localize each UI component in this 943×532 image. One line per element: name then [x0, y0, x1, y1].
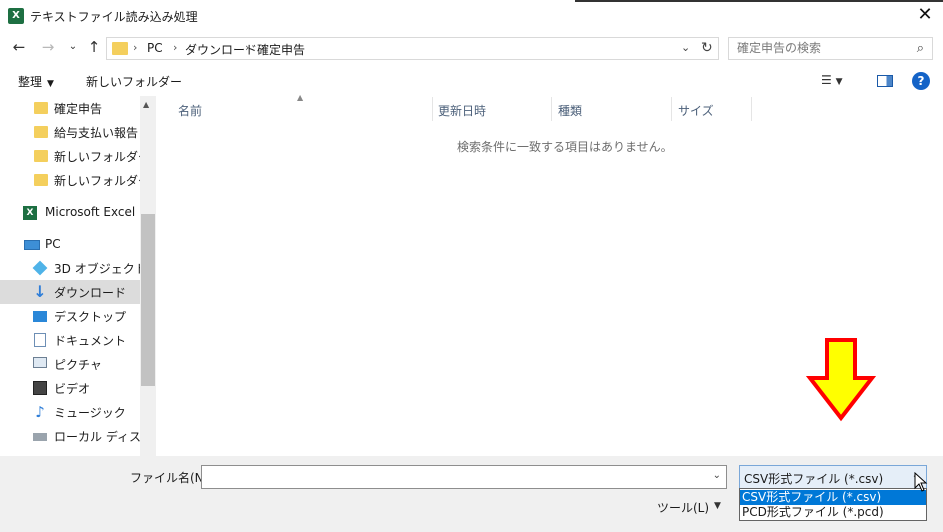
nav-item-videos[interactable]: ビデオ — [0, 376, 140, 400]
search-box[interactable]: ⌕ — [728, 37, 933, 60]
excel-icon: X — [8, 8, 24, 24]
column-header-size[interactable]: サイズ — [678, 102, 714, 119]
folder-icon — [34, 102, 48, 114]
nav-item-microsoft-excel[interactable]: X Microsoft Excel — [0, 201, 140, 225]
close-button[interactable]: ✕ — [912, 4, 938, 28]
breadcrumb-current[interactable]: 確定申告 — [257, 41, 305, 58]
chevron-down-icon[interactable]: ⌄ — [713, 470, 721, 481]
nav-item-pc[interactable]: PC — [0, 233, 140, 257]
nav-item-new-folder-6[interactable]: 新しいフォルダー (6 — [0, 168, 156, 192]
window-title: テキストファイル読み込み処理 — [30, 10, 198, 24]
nav-item-pictures[interactable]: ピクチャ — [0, 352, 140, 376]
nav-item-label: ピクチャ — [54, 358, 102, 372]
help-icon[interactable]: ? — [912, 72, 930, 90]
column-divider[interactable] — [671, 97, 672, 121]
recent-locations-chevron-icon[interactable]: ⌄ — [63, 37, 83, 57]
column-divider[interactable] — [432, 97, 433, 121]
navigation-pane: 確定申告 給与支払い報告 新しいフォルダー (5 新しいフォルダー (6 X M… — [0, 96, 156, 456]
command-bar: 整理 ▼ 新しいフォルダー ☰ ▼ — [0, 67, 943, 95]
nav-item-label: ドキュメント — [54, 334, 127, 348]
pictures-icon — [33, 357, 47, 368]
filetype-dropdown-list: CSV形式ファイル (*.csv) PCD形式ファイル (*.pcd) — [739, 488, 927, 521]
nav-item-label: ビデオ — [54, 382, 91, 396]
nav-item-label: デスクトップ — [54, 310, 127, 324]
view-options-icon[interactable]: ☰ ▼ — [821, 73, 843, 87]
new-folder-button[interactable]: 新しいフォルダー — [86, 73, 182, 90]
empty-list-message: 検索条件に一致する項目はありません。 — [457, 140, 673, 154]
chevron-right-icon: › — [245, 41, 250, 54]
up-arrow-icon[interactable]: ↑ — [84, 37, 104, 57]
tools-menu-button[interactable]: ツール(L) — [657, 499, 709, 516]
search-icon[interactable]: ⌕ — [917, 41, 924, 56]
chevron-right-icon: › — [133, 41, 138, 54]
scrollbar-thumb[interactable] — [141, 214, 155, 386]
title-bar: X テキストファイル読み込み処理 ✕ — [0, 0, 943, 32]
filetype-select[interactable]: CSV形式ファイル (*.csv) ⌄ — [739, 465, 927, 489]
nav-item-label: Microsoft Excel — [45, 205, 136, 219]
local-disk-icon — [33, 433, 47, 441]
pc-icon — [24, 240, 40, 250]
excel-icon: X — [23, 206, 37, 220]
nav-item-desktop[interactable]: デスクトップ — [0, 304, 140, 328]
column-header-modified[interactable]: 更新日時 — [438, 102, 486, 119]
desktop-icon — [33, 311, 47, 322]
column-divider[interactable] — [551, 97, 552, 121]
documents-icon — [34, 333, 46, 347]
nav-item-label: 確定申告 — [54, 102, 103, 116]
nav-item-documents[interactable]: ドキュメント — [0, 328, 140, 352]
nav-item-label: 給与支払い報告 — [54, 126, 139, 140]
folder-icon — [112, 42, 128, 55]
forward-arrow-icon[interactable]: → — [38, 37, 58, 57]
column-divider[interactable] — [751, 97, 752, 121]
nav-item-music[interactable]: ♪ ミュージック — [0, 400, 140, 424]
window-top-edge — [575, 0, 943, 2]
filetype-option-pcd[interactable]: PCD形式ファイル (*.pcd) — [740, 505, 926, 520]
nav-item-label: PC — [45, 237, 61, 251]
filename-combobox[interactable]: ⌄ — [201, 465, 727, 489]
annotation-down-arrow — [806, 338, 876, 422]
folder-icon — [34, 126, 48, 138]
caret-down-icon[interactable]: ▼ — [714, 501, 721, 511]
refresh-icon[interactable]: ↻ — [701, 40, 713, 56]
nav-item-label: 3D オブジェクト — [54, 262, 147, 276]
chevron-down-icon[interactable]: ⌄ — [681, 41, 690, 54]
breadcrumb-pc[interactable]: PC — [147, 41, 163, 55]
nav-item-new-folder-5[interactable]: 新しいフォルダー (5 — [0, 144, 156, 168]
nav-item-label: ミュージック — [54, 406, 126, 420]
downloads-icon: ↓ — [33, 282, 47, 301]
organize-menu[interactable]: 整理 ▼ — [18, 73, 54, 90]
filetype-option-csv[interactable]: CSV形式ファイル (*.csv) — [740, 490, 926, 505]
preview-pane-icon[interactable] — [877, 75, 893, 87]
organize-label: 整理 — [18, 75, 43, 89]
nav-item-kyuyo[interactable]: 給与支払い報告 — [0, 120, 140, 144]
music-icon: ♪ — [35, 403, 45, 421]
address-bar[interactable]: › PC › ダウンロード › 確定申告 ⌄ ↻ — [106, 37, 719, 60]
folder-icon — [34, 174, 48, 186]
nav-item-kakutei[interactable]: 確定申告 — [0, 96, 140, 120]
column-header-name[interactable]: 名前 — [178, 102, 202, 119]
filename-input[interactable] — [202, 466, 726, 488]
videos-icon — [33, 381, 47, 395]
chevron-right-icon: › — [173, 41, 178, 54]
nav-item-3d-objects[interactable]: 3D オブジェクト — [0, 256, 147, 280]
caret-down-icon: ▼ — [47, 79, 54, 89]
mouse-cursor-icon — [914, 472, 928, 492]
nav-item-local-disk[interactable]: ローカル ディスク (C — [0, 424, 156, 448]
search-input[interactable] — [737, 41, 907, 55]
back-arrow-icon[interactable]: ← — [9, 37, 29, 57]
nav-scrollbar[interactable]: ▲ — [140, 96, 156, 456]
3d-objects-icon — [32, 260, 48, 276]
filetype-selected-value: CSV形式ファイル (*.csv) — [744, 472, 884, 486]
folder-icon — [34, 150, 48, 162]
column-header-type[interactable]: 種類 — [558, 102, 582, 119]
sort-ascending-icon: ▲ — [297, 93, 304, 102]
nav-item-downloads[interactable]: ↓ ダウンロード — [0, 280, 140, 304]
scroll-up-icon[interactable]: ▲ — [143, 100, 149, 109]
nav-item-label: ダウンロード — [54, 286, 127, 300]
